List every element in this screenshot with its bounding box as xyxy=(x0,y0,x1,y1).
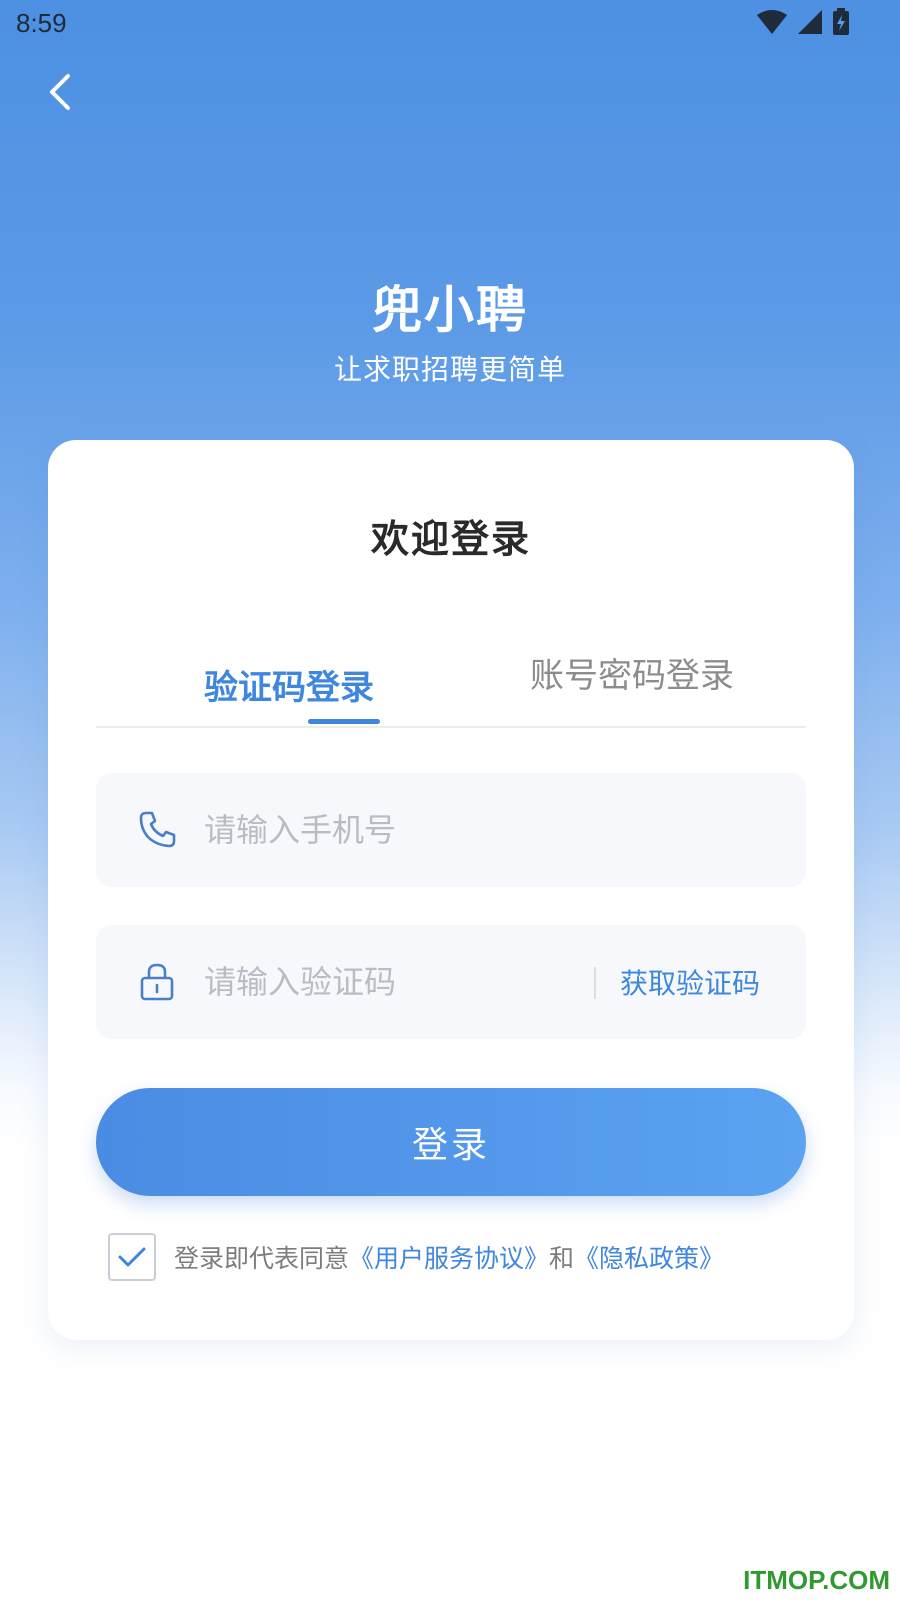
chevron-left-icon xyxy=(50,74,70,110)
tab-password-login[interactable]: 账号密码登录 xyxy=(530,620,734,724)
login-tabs: 验证码登录 账号密码登录 xyxy=(96,620,806,728)
phone-input[interactable] xyxy=(204,773,774,887)
tab-active-indicator xyxy=(308,719,380,724)
code-divider xyxy=(594,967,596,999)
status-time: 8:59 xyxy=(16,8,67,38)
agreement-conjunction: 和 xyxy=(549,1244,575,1273)
lock-icon xyxy=(140,963,174,1001)
status-icons xyxy=(756,8,850,36)
watermark: ITMOP.COM xyxy=(743,1565,890,1595)
battery-icon xyxy=(833,8,849,35)
code-field: 获取验证码 xyxy=(96,925,806,1039)
back-button[interactable] xyxy=(36,68,84,116)
app-name: 兜小聘 xyxy=(372,281,528,339)
app-slogan: 让求职招聘更简单 xyxy=(333,353,566,386)
agreement-row: 登录即代表同意《用户服务协议》和《隐私政策》 xyxy=(108,1232,808,1282)
status-bar: 8:59 xyxy=(0,0,900,50)
login-button[interactable]: 登录 xyxy=(96,1088,806,1196)
wifi-icon xyxy=(757,10,787,34)
agreement-prefix: 登录即代表同意 xyxy=(174,1244,350,1273)
agreement-text: 登录即代表同意《用户服务协议》和《隐私政策》 xyxy=(174,1239,724,1275)
verification-code-input[interactable] xyxy=(204,925,574,1039)
privacy-link[interactable]: 《隐私政策》 xyxy=(574,1244,724,1273)
check-icon xyxy=(118,1247,146,1267)
terms-link[interactable]: 《用户服务协议》 xyxy=(349,1244,549,1273)
phone-field xyxy=(96,773,806,887)
welcome-title: 欢迎登录 xyxy=(370,517,531,561)
get-code-button[interactable]: 获取验证码 xyxy=(620,925,760,1039)
phone-icon xyxy=(139,811,176,848)
agreement-checkbox[interactable] xyxy=(108,1233,156,1281)
signal-icon xyxy=(798,10,822,34)
login-card: 欢迎登录 验证码登录 账号密码登录 获取验证码 登录 登录即代表同意《用户服务协… xyxy=(48,440,854,1340)
